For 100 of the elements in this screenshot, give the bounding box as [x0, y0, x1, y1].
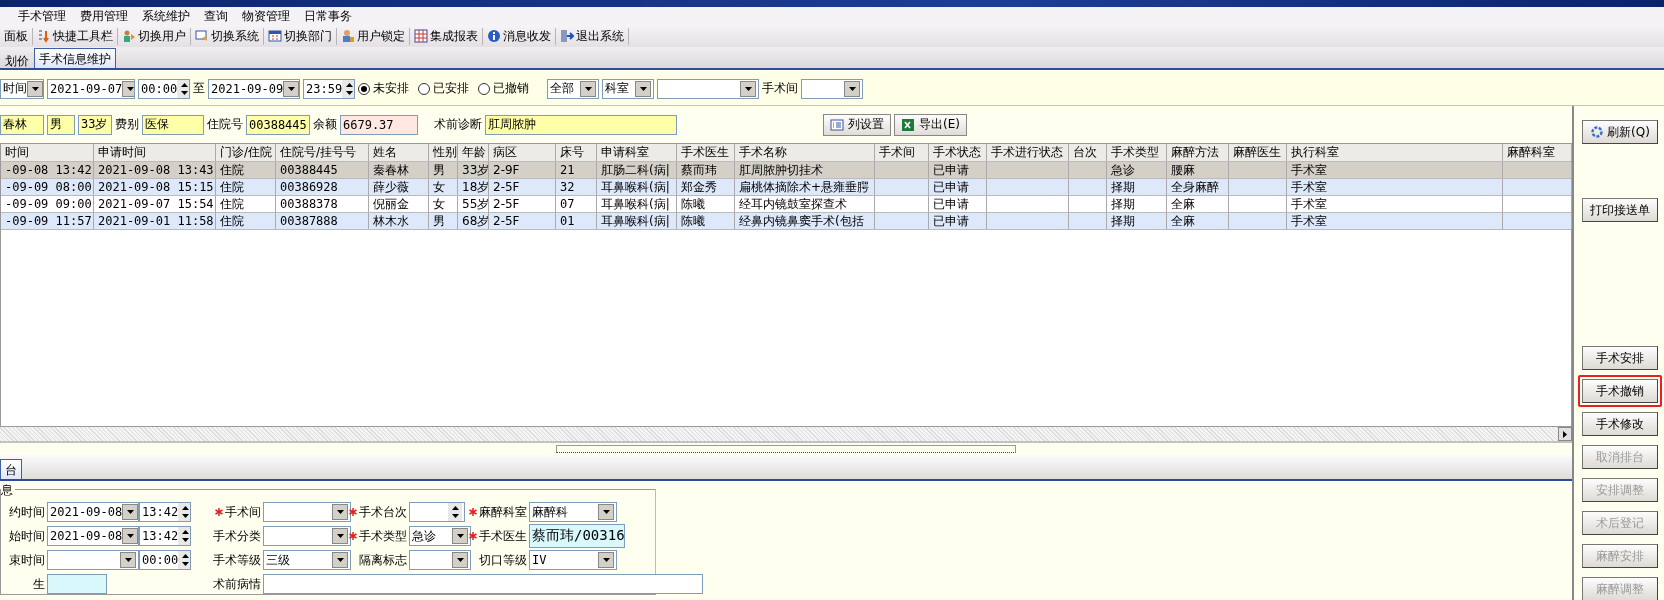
toolbar-button[interactable]: 面板: [0, 27, 33, 45]
balance-field[interactable]: 6679.37: [340, 114, 418, 135]
column-header[interactable]: 住院号/挂号号: [276, 144, 369, 161]
toolbar-button[interactable]: 切换部门: [264, 27, 337, 45]
menu-item[interactable]: 物资管理: [242, 7, 290, 25]
horizontal-scrollbar[interactable]: [0, 427, 1572, 441]
scope-dropdown[interactable]: 全部: [547, 78, 599, 99]
room-dropdown[interactable]: [801, 78, 863, 99]
time-field[interactable]: 00:00: [139, 550, 191, 570]
field-label: 切口等级: [478, 551, 528, 569]
radio-label[interactable]: 已撤销: [493, 80, 529, 97]
radio-label[interactable]: 未安排: [373, 80, 409, 97]
column-header[interactable]: 麻醉医生: [1229, 144, 1287, 161]
radio-button[interactable]: [418, 82, 430, 95]
column-header[interactable]: 申请时间: [94, 144, 216, 161]
dept-type-dropdown[interactable]: 科室: [602, 78, 654, 99]
dropdown-field[interactable]: IV: [529, 550, 617, 570]
table-row[interactable]: -09-08 13:42 2021-09-08 13:43 住院 00388445 秦春林 男 33岁 2-9F 21 肛肠二科(病| 蔡而玮 肛周脓肿切挂术 已申请 急诊 腰麻 手术室: [1, 162, 1571, 179]
tab[interactable]: 手术信息维护: [34, 48, 116, 68]
time-type-dropdown[interactable]: 时间: [0, 78, 44, 99]
fee-type-field[interactable]: 医保: [142, 114, 204, 135]
time-field[interactable]: 23:59: [303, 78, 355, 99]
date-field[interactable]: 2021-09-07: [47, 78, 135, 99]
action-button[interactable]: 手术安排: [1582, 346, 1658, 370]
table-cell: 手术室: [1287, 162, 1503, 178]
toolbar-button[interactable]: 导出(E): [894, 113, 967, 136]
dept-dropdown[interactable]: [657, 78, 759, 99]
toolbar-button[interactable]: 用户锁定: [337, 27, 410, 45]
info-icon: [487, 29, 501, 43]
date-field[interactable]: 2021-09-08: [47, 526, 139, 546]
dropdown-field[interactable]: 急诊: [409, 526, 471, 546]
toolbar-button[interactable]: 切换系统: [191, 27, 264, 45]
table-cell: 00388378: [276, 196, 369, 212]
time-field[interactable]: 13:42: [139, 502, 191, 522]
action-button[interactable]: 手术撤销: [1582, 379, 1658, 403]
column-header[interactable]: 手术进行状态: [987, 144, 1069, 161]
dropdown-field[interactable]: [263, 526, 351, 546]
column-header[interactable]: 性别: [429, 144, 458, 161]
action-button[interactable]: 刷新(Q): [1582, 120, 1658, 144]
time-field[interactable]: 13:42: [139, 526, 191, 546]
dropdown-field[interactable]: [409, 550, 471, 570]
table-row[interactable]: -09-09 08:00 2021-09-08 15:15 住院 00386928 薛少薇 女 18岁 2-5F 32 耳鼻喉科(病| 郑金秀 扁桃体摘除术+悬雍垂腭 已申请 择期 全身麻醉 手术室: [1, 179, 1571, 196]
column-header[interactable]: 麻醉方法: [1167, 144, 1229, 161]
column-header[interactable]: 门诊/住院: [216, 144, 276, 161]
toolbar-button[interactable]: 退出系统: [556, 27, 629, 45]
date-field[interactable]: 2021-09-08: [47, 502, 139, 522]
column-header[interactable]: 申请科室: [597, 144, 677, 161]
toolbar-button[interactable]: 集成报表: [410, 27, 483, 45]
dropdown-field[interactable]: 麻醉科: [529, 502, 617, 522]
toolbar-button[interactable]: 快捷工具栏: [33, 27, 118, 45]
column-header[interactable]: 姓名: [369, 144, 429, 161]
dropdown-field[interactable]: 三级: [263, 550, 351, 570]
text-field[interactable]: 蔡而玮/00316: [529, 524, 625, 548]
toolbar-button[interactable]: 列设置: [823, 113, 891, 136]
dropdown-field[interactable]: [263, 502, 351, 522]
date-field[interactable]: 2021-09-09: [208, 78, 300, 99]
radio-label[interactable]: 已安排: [433, 80, 469, 97]
column-header[interactable]: 手术类型: [1107, 144, 1167, 161]
caret-icon: [639, 86, 647, 91]
column-header[interactable]: 手术状态: [929, 144, 987, 161]
column-header[interactable]: 执行科室: [1287, 144, 1503, 161]
column-header[interactable]: 手术医生: [677, 144, 735, 161]
table-row[interactable]: -09-09 11:57 2021-09-01 11:58 住院 00387888 林木水 男 68岁 2-5F 01 耳鼻喉科(病| 陈曦 经鼻内镜鼻窦手术(包括 已申请 择期 全麻 手术室: [1, 213, 1571, 230]
column-header[interactable]: 手术名称: [735, 144, 875, 161]
time-field[interactable]: 00:00: [138, 78, 190, 99]
text-field[interactable]: [47, 574, 107, 594]
action-button[interactable]: 手术修改: [1582, 412, 1658, 436]
table-cell: 耳鼻喉科(病|: [597, 179, 677, 195]
table-cell: 蔡而玮: [677, 162, 735, 178]
toolbar-button[interactable]: 切换用户: [118, 27, 191, 45]
radio-button[interactable]: [358, 82, 370, 95]
caret-icon: [584, 86, 592, 91]
tab[interactable]: 台: [0, 459, 22, 479]
column-header[interactable]: 手术间: [875, 144, 929, 161]
table-cell: 已申请: [929, 179, 987, 195]
column-header[interactable]: 台次: [1069, 144, 1107, 161]
toolbar-button[interactable]: 消息收发: [483, 27, 556, 45]
column-header[interactable]: 床号: [556, 144, 597, 161]
date-field[interactable]: [47, 550, 139, 570]
column-header[interactable]: 病区: [489, 144, 556, 161]
inpatient-number-field[interactable]: 00388445: [246, 114, 310, 135]
radio-button[interactable]: [478, 82, 490, 95]
age-field[interactable]: 33岁: [78, 114, 112, 135]
table-row[interactable]: -09-09 09:00 2021-09-07 15:54 住院 00388378 倪丽金 女 55岁 2-5F 07 耳鼻喉科(病| 陈曦 经耳内镜鼓室探查术 已申请 择期 全麻 手术室: [1, 196, 1571, 213]
menu-item[interactable]: 手术管理: [18, 7, 66, 25]
tab[interactable]: 划价: [0, 50, 34, 68]
splitter-handle[interactable]: [556, 445, 1016, 453]
name-field[interactable]: 春林: [0, 114, 44, 135]
text-field[interactable]: [263, 574, 703, 594]
diagnosis-field[interactable]: 肛周脓肿: [485, 114, 677, 135]
menu-item[interactable]: 系统维护: [142, 7, 190, 25]
menu-item[interactable]: 查询: [204, 7, 228, 25]
menu-item[interactable]: 日常事务: [304, 7, 352, 25]
report-icon: [414, 29, 428, 43]
action-button[interactable]: 打印接送单: [1582, 198, 1658, 222]
number-field[interactable]: [409, 502, 465, 522]
column-header[interactable]: 年龄: [458, 144, 489, 161]
column-header[interactable]: 时间: [1, 144, 94, 161]
sex-field[interactable]: 男: [47, 114, 75, 135]
menu-item[interactable]: 费用管理: [80, 7, 128, 25]
